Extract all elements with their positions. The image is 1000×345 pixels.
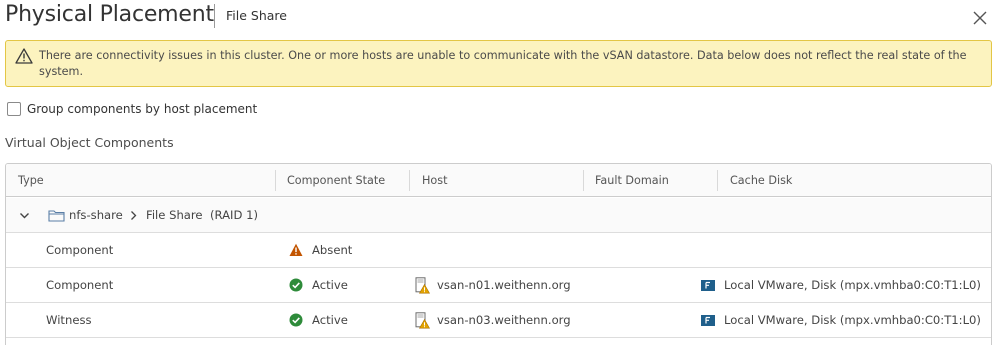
dialog-header: Physical Placement File Share (0, 0, 1000, 34)
disk-icon (701, 280, 715, 291)
table-row[interactable]: Witness Active vsan-n03.weithenn.org Loc… (6, 303, 991, 338)
table-group-row[interactable]: nfs-share File Share (RAID 1) (6, 198, 991, 233)
host-warning-icon (415, 312, 430, 329)
column-separator[interactable] (409, 170, 410, 191)
section-title: Virtual Object Components (5, 135, 174, 150)
connectivity-alert: There are connectivity issues in this cl… (5, 40, 992, 87)
component-state: Active (312, 278, 348, 292)
title-divider (214, 4, 215, 28)
group-by-host-label: Group components by host placement (27, 102, 258, 116)
table-header: Type Component State Host Fault Domain C… (6, 164, 991, 197)
column-separator[interactable] (717, 170, 718, 191)
column-header-host[interactable]: Host (422, 164, 447, 197)
dialog-subtitle: File Share (226, 8, 287, 23)
host-name[interactable]: vsan-n03.weithenn.org (437, 303, 571, 337)
component-type: Component (46, 243, 114, 257)
column-separator[interactable] (583, 170, 584, 191)
column-header-type[interactable]: Type (18, 164, 44, 197)
column-header-component-state[interactable]: Component State (287, 164, 385, 197)
component-type: Witness (46, 313, 92, 327)
chevron-down-icon[interactable] (19, 210, 30, 221)
disk-icon (701, 315, 715, 326)
object-name[interactable]: nfs-share (69, 198, 123, 232)
component-state: Absent (312, 243, 353, 257)
components-table: Type Component State Host Fault Domain C… (5, 163, 992, 345)
warning-icon (289, 243, 303, 256)
chevron-right-icon (131, 211, 137, 220)
component-state: Active (312, 313, 348, 327)
dialog-title: Physical Placement (5, 2, 214, 27)
column-separator[interactable] (275, 170, 276, 191)
table-row[interactable]: Component Absent (6, 233, 991, 268)
column-header-cache-disk[interactable]: Cache Disk (730, 164, 792, 197)
group-by-host-option[interactable]: Group components by host placement (7, 101, 257, 117)
folder-icon (48, 210, 65, 222)
alert-message: There are connectivity issues in this cl… (39, 49, 967, 78)
table-row[interactable]: Component Active vsan-n01.weithenn.org L… (6, 268, 991, 303)
check-circle-icon (289, 313, 303, 327)
cache-disk: Local VMware, Disk (mpx.vmhba0:C0:T1:L0) (724, 278, 981, 292)
host-warning-icon (415, 277, 430, 294)
check-circle-icon (289, 278, 303, 292)
warning-icon (15, 48, 33, 64)
object-type: File Share (146, 208, 203, 222)
close-icon[interactable] (971, 9, 989, 27)
column-header-fault-domain[interactable]: Fault Domain (595, 164, 669, 197)
raid-level: (RAID 1) (210, 208, 258, 222)
host-name[interactable]: vsan-n01.weithenn.org (437, 268, 571, 302)
component-type: Component (46, 278, 114, 292)
cache-disk: Local VMware, Disk (mpx.vmhba0:C0:T1:L0) (724, 313, 981, 327)
group-by-host-checkbox[interactable] (7, 102, 21, 116)
